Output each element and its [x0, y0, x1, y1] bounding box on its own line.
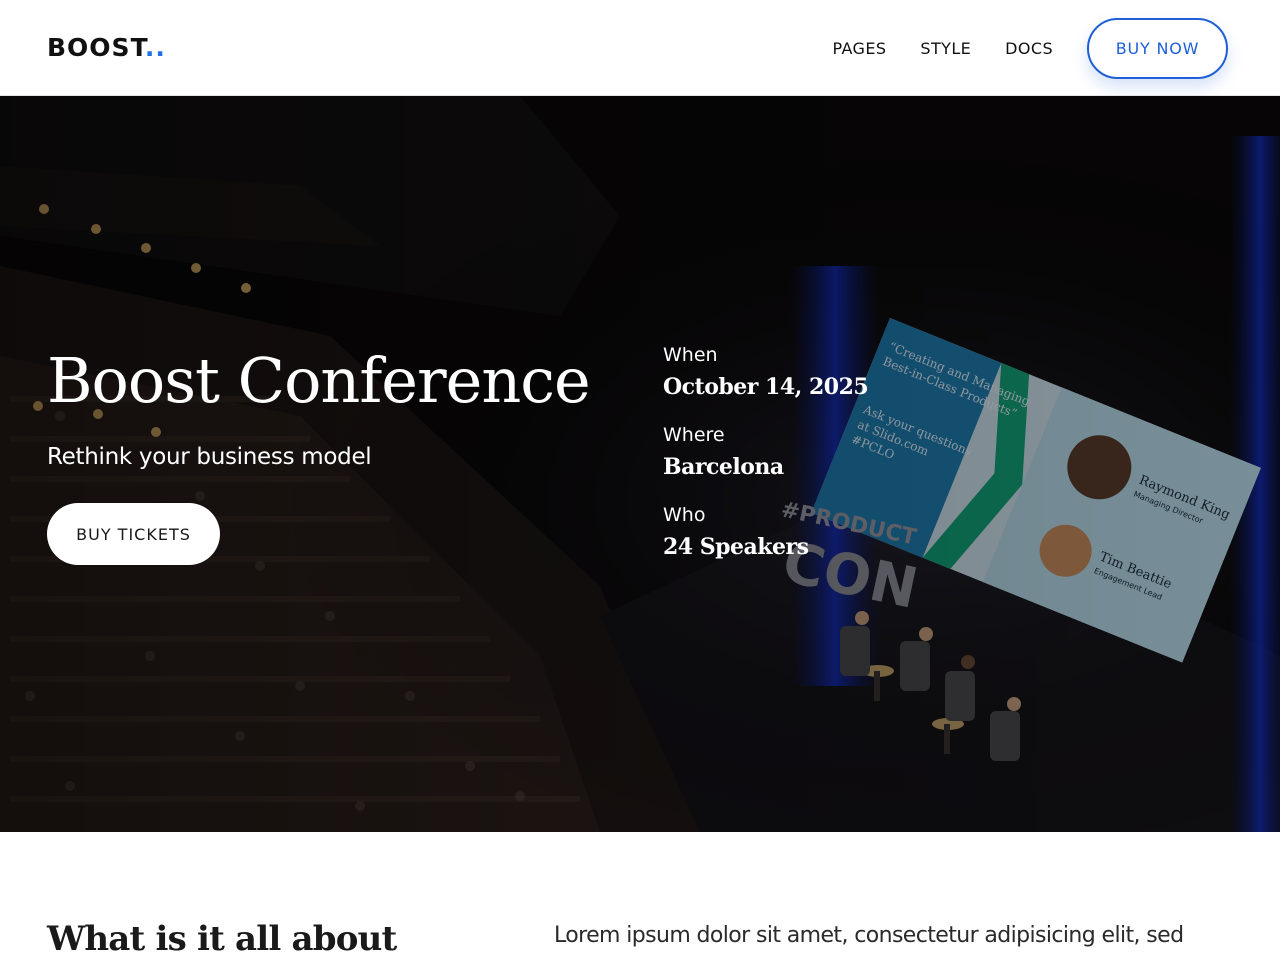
hero-subtitle: Rethink your business model: [47, 444, 372, 470]
logo[interactable]: BOOST..: [47, 30, 166, 66]
info-who-value: 24 Speakers: [663, 534, 809, 560]
main-nav: PAGES STYLE DOCS BUY NOW: [832, 0, 1228, 96]
info-where: Where Barcelona: [663, 422, 784, 482]
info-where-value: Barcelona: [663, 454, 784, 480]
info-where-label: Where: [663, 424, 725, 446]
nav-link-style[interactable]: STYLE: [920, 39, 971, 58]
nav-link-pages[interactable]: PAGES: [832, 39, 886, 58]
logo-dots: ..: [144, 33, 166, 62]
buy-now-button[interactable]: BUY NOW: [1087, 17, 1228, 79]
about-text: Lorem ipsum dolor sit amet, consectetur …: [554, 923, 1184, 948]
logo-text: BOOST: [47, 33, 145, 62]
about-section: What is it all about Lorem ipsum dolor s…: [0, 832, 1280, 960]
about-heading: What is it all about: [47, 919, 397, 959]
info-who-label: Who: [663, 504, 706, 526]
info-when: When October 14, 2025: [663, 342, 869, 402]
info-who: Who 24 Speakers: [663, 502, 809, 562]
hero-title: Boost Conference: [47, 344, 591, 417]
hero-section: “Creating and Managing Best-in-Class Pro…: [0, 96, 1280, 832]
info-when-value: October 14, 2025: [663, 374, 869, 400]
site-header: BOOST.. PAGES STYLE DOCS BUY NOW: [0, 0, 1280, 96]
buy-tickets-button[interactable]: BUY TICKETS: [47, 503, 220, 565]
nav-link-docs[interactable]: DOCS: [1005, 39, 1053, 58]
info-when-label: When: [663, 344, 718, 366]
